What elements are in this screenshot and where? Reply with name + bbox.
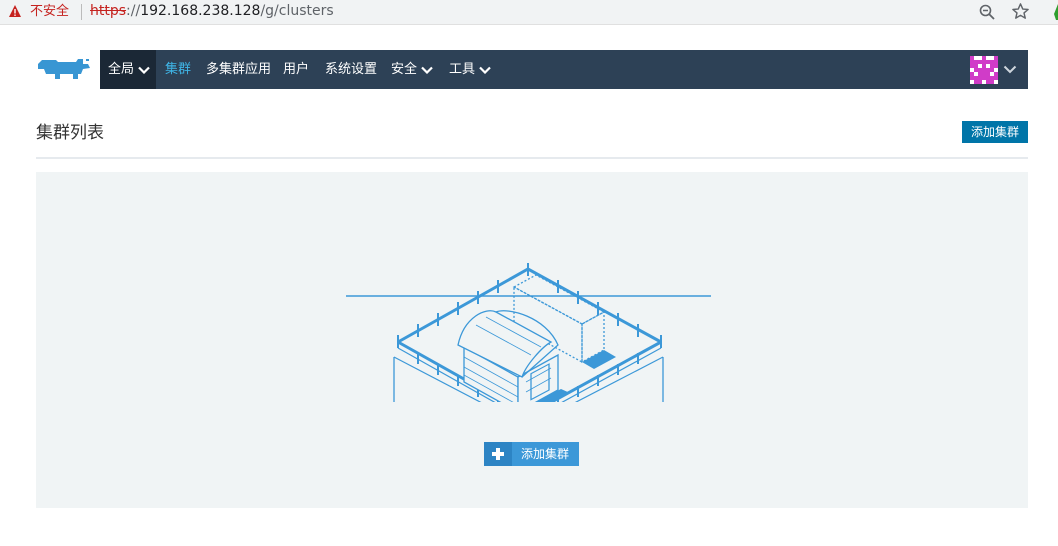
main-navbar: 全局 集群 多集群应用 用户 系统设置 安全 工具: [100, 50, 1028, 89]
nav-item-users[interactable]: 用户: [283, 50, 309, 89]
chevron-down-icon: [138, 66, 150, 74]
security-status[interactable]: 不安全: [30, 4, 69, 20]
nav-item-security[interactable]: 安全: [391, 50, 433, 89]
plus-icon: [492, 448, 504, 460]
avatar[interactable]: [970, 56, 998, 84]
chevron-down-icon[interactable]: [1003, 65, 1017, 74]
nav-item-tools[interactable]: 工具: [449, 50, 491, 89]
separator: [81, 4, 82, 20]
extension-icon[interactable]: [1050, 4, 1058, 20]
url-path: /g/clusters: [260, 3, 334, 19]
url-host: 192.168.238.128: [140, 3, 261, 19]
nav-global-label[interactable]: 全局: [108, 50, 150, 89]
add-cluster-empty-label: 添加集群: [521, 447, 570, 461]
nav-global-text: 全局: [108, 62, 135, 77]
url-scheme: https: [90, 3, 127, 19]
chevron-down-icon: [421, 66, 433, 74]
plus-box: [484, 442, 512, 466]
nav-item-multi-cluster-apps[interactable]: 多集群应用: [206, 50, 271, 89]
empty-state-panel: 添加集群: [36, 172, 1028, 508]
url-text[interactable]: https://192.168.238.128/g/clusters: [90, 3, 334, 20]
nav-tools-label: 工具: [449, 62, 476, 77]
page-title: 集群列表: [36, 123, 104, 143]
nav-security-label: 安全: [391, 62, 418, 77]
add-cluster-empty-button[interactable]: 添加集群: [484, 442, 579, 466]
chevron-down-icon: [479, 66, 491, 74]
browser-address-bar[interactable]: 不安全 https://192.168.238.128/g/clusters: [0, 0, 1058, 25]
bookmark-star-icon[interactable]: [1011, 2, 1030, 21]
nav-item-settings[interactable]: 系统设置: [325, 50, 377, 89]
add-cluster-button[interactable]: 添加集群: [962, 121, 1028, 143]
rancher-logo[interactable]: [36, 55, 92, 83]
divider: [36, 157, 1028, 159]
user-menu[interactable]: [959, 50, 1028, 89]
url-scheme-sep: ://: [126, 3, 141, 19]
warning-icon: [9, 5, 21, 17]
farm-empty-icon: [346, 263, 711, 402]
nav-global-menu[interactable]: 全局: [100, 50, 156, 89]
nav-item-clusters[interactable]: 集群: [165, 50, 191, 89]
zoom-out-icon[interactable]: [978, 3, 996, 21]
